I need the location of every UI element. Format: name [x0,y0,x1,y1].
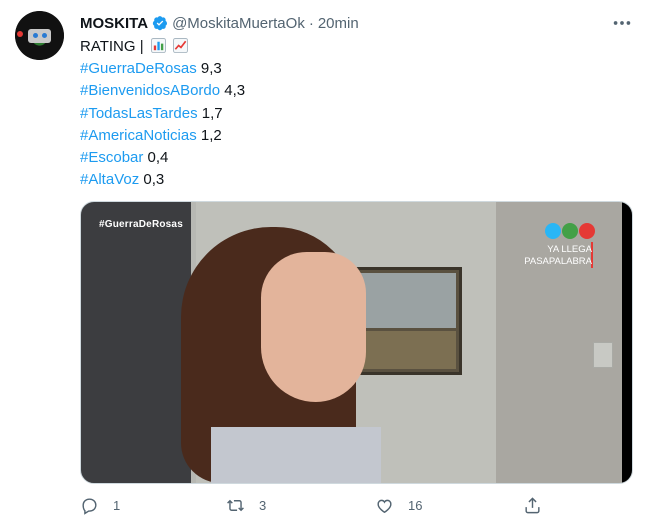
rating-heading: RATING | [80,36,245,58]
rating-line: #GuerraDeRosas 9,3 [80,58,245,80]
avatar-detail [28,29,51,43]
tweet-body: RATING | #GuerraDeRosas 9,3 #Bienvenidos… [80,36,245,191]
person-shirt [211,427,381,483]
hashtag-link[interactable]: #TodasLasTardes [80,105,198,122]
rating-line: #TodasLasTardes 1,7 [80,103,245,125]
rating-value: 0,3 [143,171,165,189]
separator: · [308,14,314,32]
share-button[interactable] [523,496,542,515]
rating-value: 1,7 [201,104,223,122]
video-letterbox [622,202,632,483]
bar-chart-emoji [150,38,166,53]
retweet-button[interactable]: 3 [226,496,266,515]
hashtag-link[interactable]: #BienvenidosABordo [80,82,220,99]
like-icon [377,499,392,514]
rating-value: 1,2 [200,126,222,144]
like-count: 16 [408,498,423,513]
share-icon [525,497,540,514]
promo-line: PASAPALABRA [524,256,592,267]
hashtag-link[interactable]: #AltaVoz [80,171,139,188]
hashtag-link[interactable]: #Escobar [80,149,143,166]
channel-logo-icon [545,223,595,239]
chart-increasing-emoji [172,38,188,53]
promo-text: YA LLEGA PASAPALABRA [524,244,592,268]
light-switch [593,342,613,368]
avatar-detail [42,33,47,38]
reply-icon [82,498,97,515]
reply-button[interactable]: 1 [80,496,120,515]
tweet-header: MOSKITA @MoskitaMuertaOk · 20min [80,13,359,33]
like-button[interactable]: 16 [375,496,422,515]
rating-line: #AltaVoz 0,3 [80,169,245,191]
retweet-icon [227,499,244,512]
rating-value: 9,3 [200,60,222,78]
avatar[interactable] [15,11,64,60]
display-name[interactable]: MOSKITA [80,15,148,32]
hashtag-link[interactable]: #GuerraDeRosas [80,60,197,77]
rating-line: #Escobar 0,4 [80,147,245,169]
rating-line: #BienvenidosABordo 4,3 [80,80,245,102]
more-options-icon[interactable] [610,12,634,34]
retweet-count: 3 [259,498,267,513]
person-face [261,252,366,402]
reply-count: 1 [113,498,121,513]
rating-line: #AmericaNoticias 1,2 [80,125,245,147]
hashtag-link[interactable]: #AmericaNoticias [80,127,197,144]
rating-value: 0,4 [147,148,169,166]
handle[interactable]: @MoskitaMuertaOk [172,15,305,32]
rating-label: RATING | [80,38,144,55]
tweet-media-image[interactable]: #GuerraDeRosas YA LLEGA PASAPALABRA [80,201,633,484]
timestamp[interactable]: 20min [318,15,359,32]
media-overlay-hashtag: #GuerraDeRosas [99,219,183,230]
avatar-detail [33,33,38,38]
avatar-detail [17,31,23,37]
promo-line: YA LLEGA [547,244,592,255]
rating-value: 4,3 [224,82,246,100]
tweet-actions: 1 3 16 [80,496,640,520]
verified-badge-icon [152,16,168,31]
